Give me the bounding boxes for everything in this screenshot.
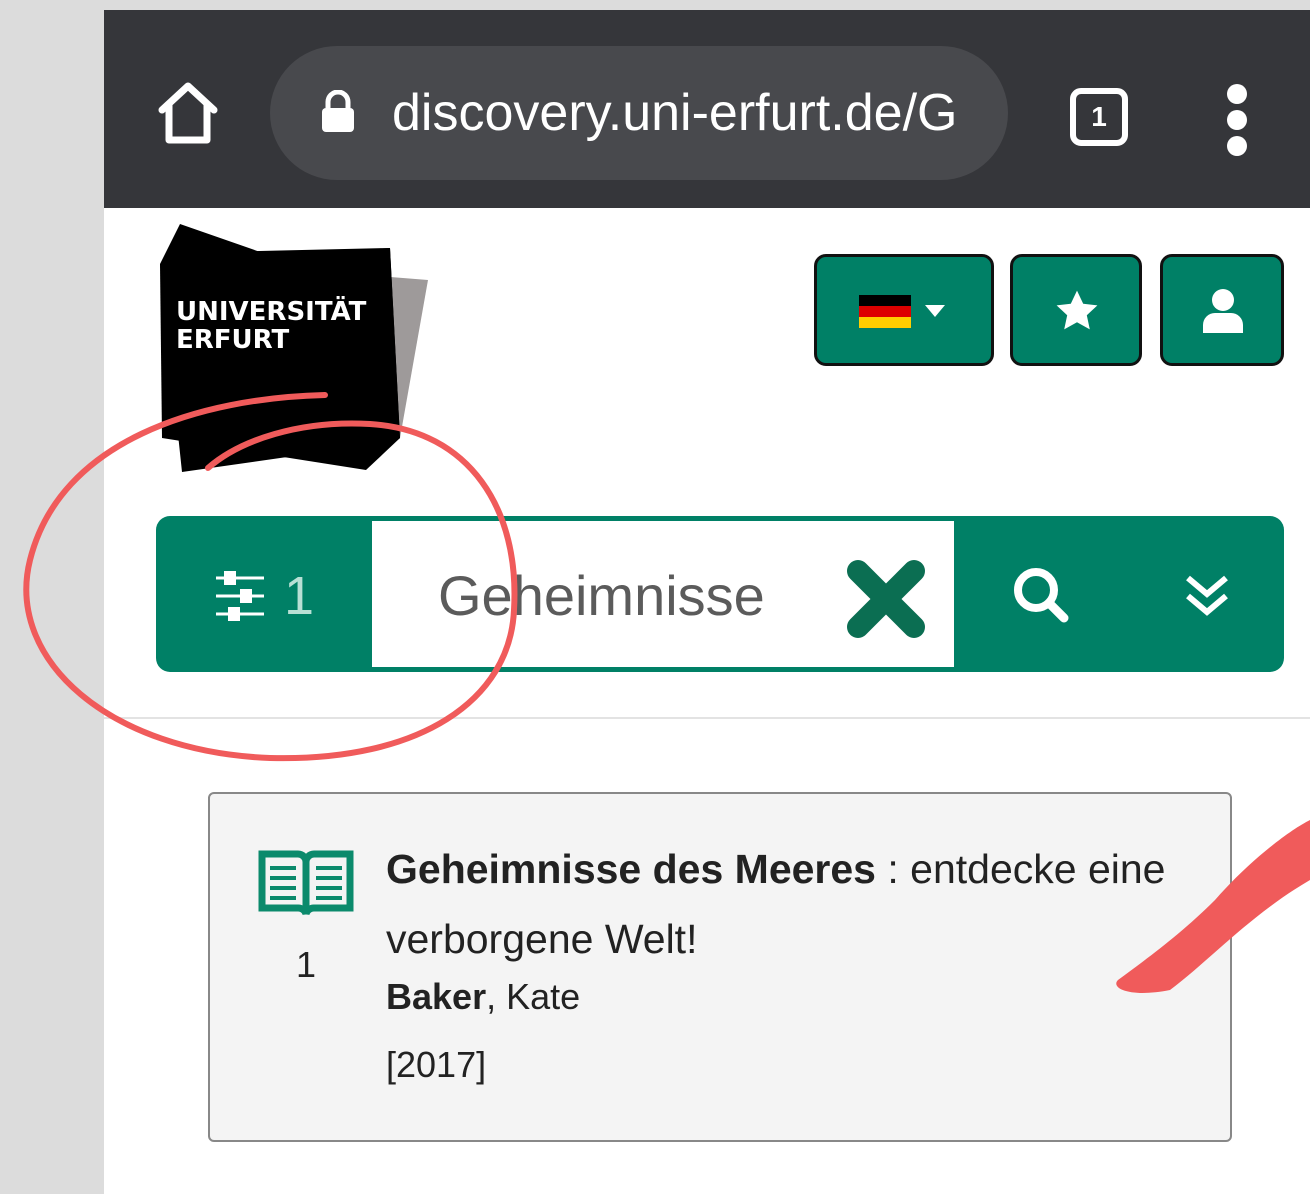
lock-icon [322, 90, 354, 132]
user-account-button[interactable] [1160, 254, 1284, 366]
author-first-name: , Kate [486, 976, 581, 1017]
browser-toolbar: discovery.uni-erfurt.de/G 1 [104, 10, 1310, 208]
tab-switcher-button[interactable]: 1 [1070, 88, 1128, 146]
divider [104, 717, 1310, 719]
book-icon [258, 850, 354, 916]
home-icon [158, 82, 218, 144]
author-last-name: Baker [386, 976, 487, 1017]
logo-text-line1: UNIVERSITÄT [176, 295, 367, 327]
search-submit-button[interactable] [1008, 562, 1074, 628]
result-card[interactable]: 1 Geheimnisse des Meeres : entdecke eine… [208, 792, 1232, 1142]
language-button[interactable] [814, 254, 994, 366]
chevron-down-icon [925, 305, 945, 317]
result-title[interactable]: Geheimnisse des Meeres : entdecke eine v… [386, 834, 1186, 974]
search-query-text: Geheimnisse [438, 564, 765, 627]
sliders-icon [216, 571, 264, 621]
advanced-search-toggle[interactable] [1180, 570, 1234, 622]
double-chevron-down-icon [1186, 575, 1228, 616]
home-button[interactable] [154, 78, 222, 146]
result-year: [2017] [386, 1044, 487, 1085]
address-bar[interactable]: discovery.uni-erfurt.de/G [270, 46, 1008, 180]
result-author[interactable]: Baker, Kate [386, 976, 580, 1018]
search-input[interactable]: Geheimnisse [370, 519, 956, 669]
filter-button[interactable]: 1 [156, 516, 370, 672]
star-icon [1056, 290, 1098, 330]
kebab-menu-icon[interactable] [1216, 80, 1260, 160]
result-number: 1 [296, 944, 317, 985]
url-text: discovery.uni-erfurt.de/G [392, 84, 958, 142]
favorites-button[interactable] [1010, 254, 1142, 366]
university-logo[interactable]: UNIVERSITÄT ERFURT [152, 224, 432, 484]
clear-search-button[interactable] [844, 557, 928, 641]
phone-screen: discovery.uni-erfurt.de/G 1 UNIVERSITÄT … [104, 10, 1310, 1194]
german-flag-icon [859, 295, 945, 328]
user-icon [1203, 289, 1243, 333]
search-icon [1014, 568, 1069, 623]
filter-count: 1 [284, 566, 315, 626]
result-title-main: Geheimnisse des Meeres [386, 846, 876, 892]
close-icon [847, 560, 925, 638]
logo-text-line2: ERFURT [176, 325, 290, 355]
search-bar: 1 Geheimnisse [156, 516, 1284, 672]
